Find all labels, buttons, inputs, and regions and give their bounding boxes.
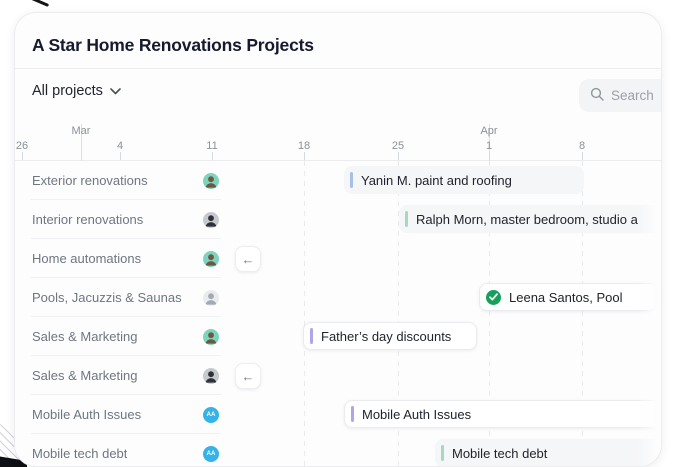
projects-filter-dropdown[interactable]: All projects — [32, 83, 121, 99]
task-bar[interactable]: Mobile Auth Issues — [344, 400, 661, 428]
task-bar[interactable]: Mobile tech debt — [435, 439, 661, 466]
assignee-avatar — [203, 289, 219, 306]
gantt-row: Sales & Marketing ← — [15, 356, 661, 395]
assignee-avatar: AA — [203, 445, 219, 462]
gantt-rows: Exterior renovations Yanin M. paint and r… — [15, 161, 661, 466]
day-tick — [212, 152, 213, 160]
task-bar-label: Mobile Auth Issues — [362, 406, 472, 422]
project-row[interactable]: Mobile tech debt AA — [15, 434, 229, 466]
project-label: Sales & Marketing — [32, 329, 138, 344]
gantt-row: Home automations ← — [15, 239, 661, 278]
scroll-to-task-button[interactable]: ← — [235, 246, 261, 272]
project-label: Pools, Jacuzzis & Saunas — [32, 290, 182, 305]
project-row[interactable]: Mobile Auth Issues AA — [15, 395, 229, 434]
day-tick — [120, 152, 121, 160]
day-label: 11 — [206, 140, 218, 152]
gantt-row: Exterior renovations Yanin M. paint and r… — [15, 161, 661, 200]
desktop-background: A Star Home Renovations Projects All pro… — [0, 0, 674, 467]
task-bar-label: Leena Santos, Pool — [509, 289, 623, 305]
gantt-area: Exterior renovations Yanin M. paint and r… — [15, 161, 661, 466]
gantt-row: Sales & Marketing Father’s day discounts — [15, 317, 661, 356]
day-tick — [489, 152, 490, 160]
assignee-avatar — [203, 172, 219, 189]
day-label: 26 — [15, 140, 29, 152]
project-row[interactable]: Sales & Marketing — [15, 356, 229, 395]
project-label: Home automations — [32, 251, 142, 266]
project-row[interactable]: Exterior renovations — [15, 161, 229, 200]
check-icon — [486, 289, 501, 305]
task-bar-label: Mobile tech debt — [452, 445, 548, 461]
project-label: Mobile tech debt — [32, 446, 128, 461]
day-label: 8 — [578, 140, 586, 152]
search-placeholder: Search — [611, 88, 654, 103]
task-bar[interactable]: Yanin M. paint and roofing — [344, 166, 584, 194]
task-accent-bar — [405, 211, 408, 227]
task-bar[interactable]: Leena Santos, Pool — [479, 283, 657, 311]
task-accent-bar — [310, 328, 313, 344]
day-tick — [304, 152, 305, 160]
day-tick — [398, 152, 399, 160]
day-label: 18 — [297, 140, 311, 152]
task-bar[interactable]: Ralph Morn, master bedroom, studio a — [399, 205, 661, 233]
assignee-avatar — [203, 367, 219, 384]
project-row[interactable]: Home automations — [15, 239, 229, 278]
filter-label: All projects — [32, 83, 103, 99]
task-bar[interactable]: Father’s day discounts — [303, 322, 477, 350]
toolbar: All projects Search — [15, 69, 661, 123]
task-bar-label: Ralph Morn, master bedroom, studio a — [416, 211, 638, 227]
search-icon — [590, 87, 604, 104]
window-header: A Star Home Renovations Projects — [15, 13, 661, 69]
task-bar-label: Yanin M. paint and roofing — [361, 172, 512, 188]
page-title: A Star Home Renovations Projects — [32, 35, 314, 55]
project-label: Exterior renovations — [32, 173, 148, 188]
gantt-row: Interior renovations Ralph Morn, master b… — [15, 200, 661, 239]
project-label: Mobile Auth Issues — [32, 407, 142, 422]
project-label: Interior renovations — [32, 212, 144, 227]
task-accent-bar — [350, 172, 353, 188]
assignee-avatar — [203, 328, 219, 345]
app-window: A Star Home Renovations Projects All pro… — [14, 12, 662, 467]
avatar-initials: AA — [206, 450, 216, 457]
gantt-row: Pools, Jacuzzis & Saunas Leena Santos, Po… — [15, 278, 661, 317]
day-label: 25 — [391, 140, 405, 152]
project-row[interactable]: Interior renovations — [15, 200, 229, 239]
assignee-avatar — [203, 211, 219, 228]
project-row[interactable]: Sales & Marketing — [15, 317, 229, 356]
gantt-row: Mobile Auth Issues AA Mobile Auth Issues — [15, 395, 661, 434]
day-label: 4 — [116, 140, 124, 152]
task-accent-bar — [441, 445, 444, 461]
month-label: Apr — [480, 125, 498, 137]
timeline-ruler: Mar Apr 26 4 11 18 25 1 8 — [15, 123, 661, 161]
project-row[interactable]: Pools, Jacuzzis & Saunas — [15, 278, 229, 317]
chevron-down-icon — [110, 83, 121, 99]
task-accent-bar — [351, 406, 354, 422]
day-tick — [22, 152, 23, 160]
sketch-mark-top-left — [14, 0, 50, 7]
scroll-to-task-button[interactable]: ← — [235, 363, 261, 389]
search-input[interactable]: Search — [579, 79, 661, 112]
day-label: 1 — [485, 140, 493, 152]
month-label: Mar — [71, 125, 91, 137]
gantt-row: Mobile tech debt AA Mobile tech debt — [15, 434, 661, 466]
day-tick — [582, 152, 583, 160]
avatar-initials: AA — [206, 411, 216, 418]
task-bar-label: Father’s day discounts — [321, 328, 452, 344]
assignee-avatar: AA — [203, 406, 219, 423]
assignee-avatar — [203, 250, 219, 267]
project-label: Sales & Marketing — [32, 368, 138, 383]
